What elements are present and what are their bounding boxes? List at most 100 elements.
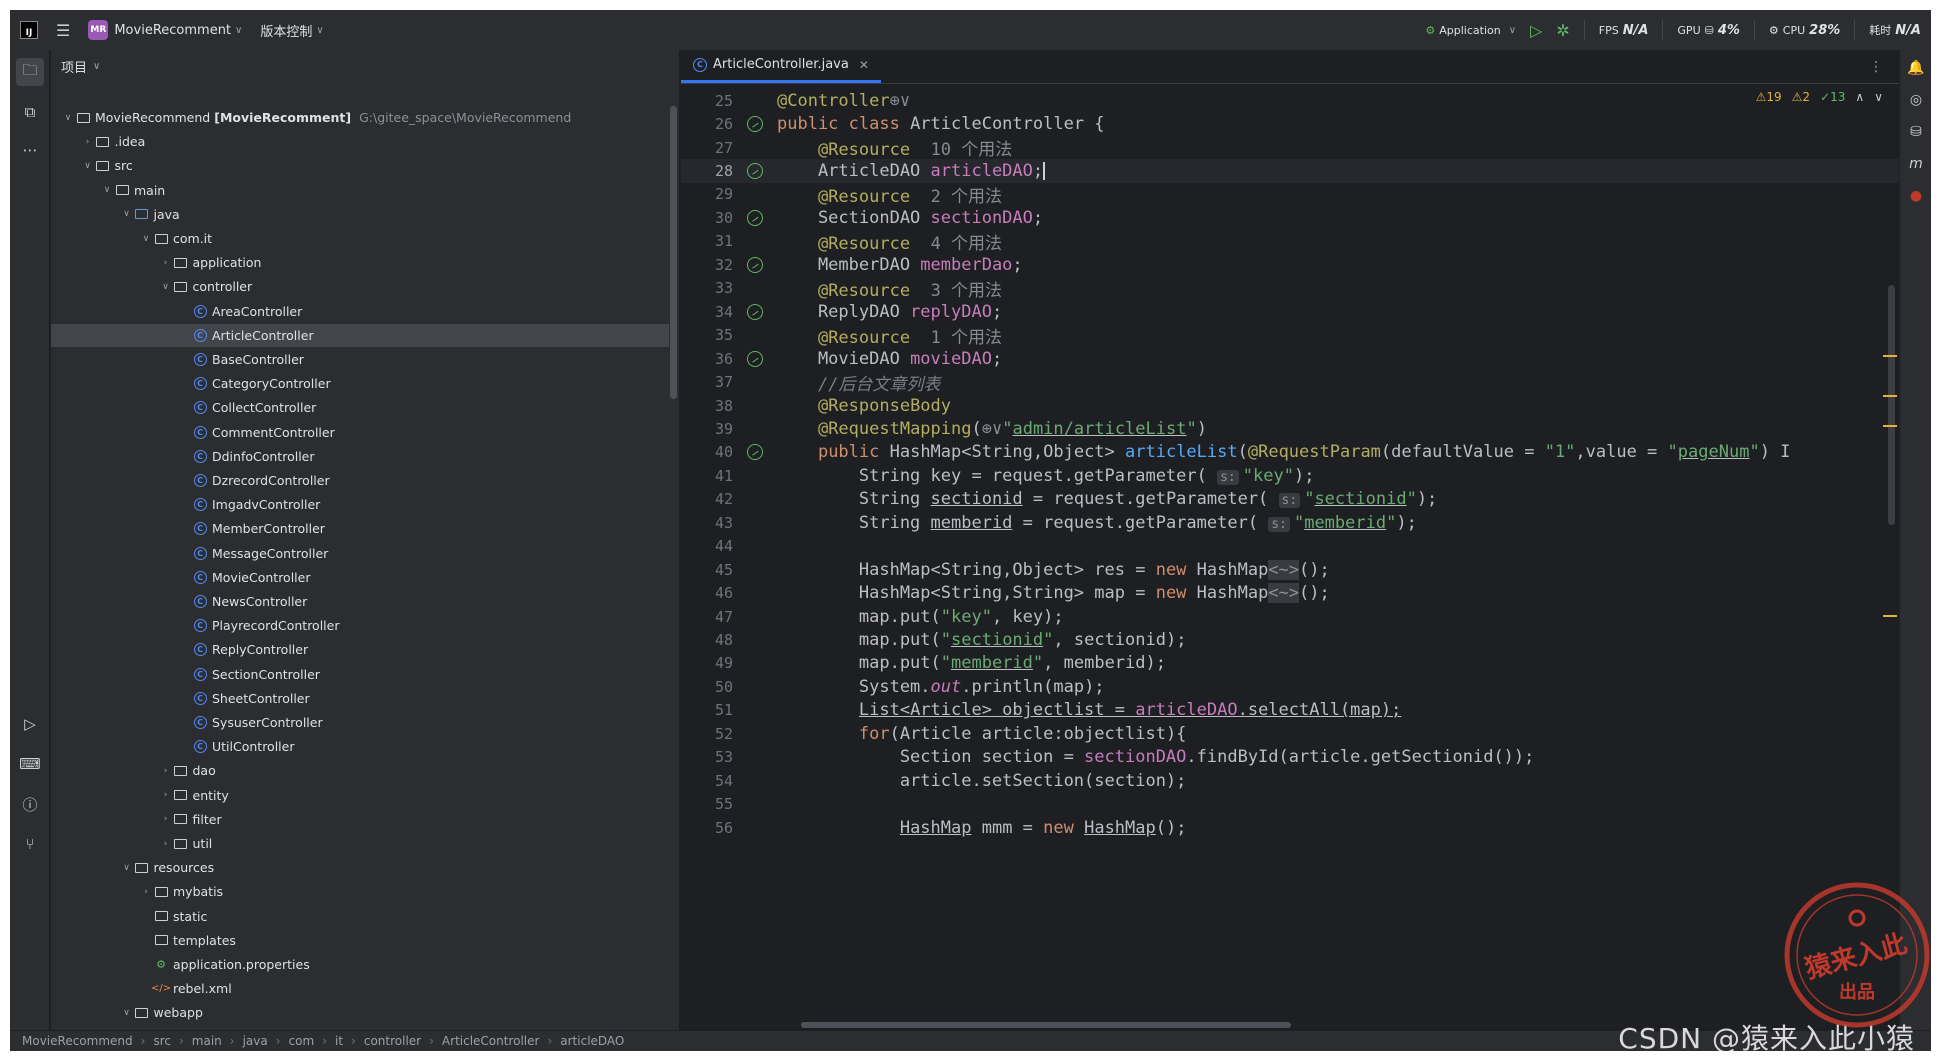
chevron-right-icon[interactable]: › <box>159 258 173 268</box>
tree-item[interactable]: ∨ resources <box>51 856 669 879</box>
close-icon[interactable]: ✕ <box>859 58 869 72</box>
plugin-icon[interactable]: ● <box>1906 186 1926 206</box>
tree-item[interactable]: </> rebel.xml <box>51 977 669 1000</box>
maven-icon[interactable]: m <box>1906 154 1926 174</box>
project-scrollbar[interactable] <box>670 106 677 399</box>
line-number[interactable]: 44 <box>681 537 733 555</box>
spring-bean-icon[interactable] <box>747 350 763 367</box>
code-line[interactable]: 28 ArticleDAO articleDAO; <box>681 159 1899 183</box>
code-line[interactable]: 46 HashMap<String,String> map = new Hash… <box>681 581 1899 604</box>
database-icon[interactable]: ⛁ <box>1906 122 1926 142</box>
horizontal-scrollbar[interactable] <box>801 1022 1291 1028</box>
line-number[interactable]: 56 <box>681 819 733 837</box>
chevron-right-icon[interactable]: › <box>81 137 95 147</box>
line-number[interactable]: 53 <box>681 748 733 766</box>
gutter[interactable] <box>733 116 777 133</box>
chevron-down-icon[interactable]: ∨ <box>159 282 173 292</box>
code-line[interactable]: 26 public class ArticleController { <box>681 112 1899 135</box>
tree-item[interactable]: C MovieController <box>51 566 669 589</box>
project-panel-header[interactable]: 项目 ∨ <box>51 50 679 82</box>
spring-bean-icon[interactable] <box>747 116 763 133</box>
gutter[interactable] <box>733 209 777 226</box>
line-number[interactable]: 32 <box>681 256 733 274</box>
tree-item[interactable]: C BaseController <box>51 348 669 371</box>
line-number[interactable]: 27 <box>681 139 733 157</box>
code-line[interactable]: 27 @Resource 10 个用法 <box>681 136 1899 161</box>
line-number[interactable]: 25 <box>681 92 733 110</box>
more-tools-icon[interactable]: ⋯ <box>16 136 44 164</box>
code-line[interactable]: 40 public HashMap<String,Object> article… <box>681 441 1899 464</box>
tree-item[interactable]: ∨ src <box>51 154 669 177</box>
gutter[interactable] <box>733 444 777 461</box>
project-badge[interactable]: MR <box>88 20 109 40</box>
project-switcher[interactable]: MovieRecomment <box>114 23 231 38</box>
tree-item[interactable]: C DdinfoController <box>51 445 669 468</box>
line-number[interactable]: 52 <box>681 725 733 743</box>
chevron-down-icon[interactable]: ∨ <box>139 234 153 244</box>
chevron-down-icon[interactable]: ∨ <box>100 185 114 195</box>
problems-icon[interactable]: ⓘ <box>16 790 44 818</box>
spring-bean-icon[interactable] <box>747 444 763 461</box>
line-number[interactable]: 36 <box>681 350 733 368</box>
chevron-right-icon[interactable]: › <box>139 887 153 897</box>
tree-item[interactable]: ∨ com.it <box>51 227 669 250</box>
breadcrumb-item[interactable]: com <box>289 1034 315 1048</box>
gutter[interactable] <box>733 256 777 273</box>
code-line[interactable]: 29 @Resource 2 个用法 <box>681 183 1899 207</box>
line-number[interactable]: 47 <box>681 608 733 626</box>
tree-item[interactable]: › entity <box>51 784 669 807</box>
tree-item[interactable]: › filter <box>51 808 669 831</box>
code-line[interactable]: 43 String memberid = request.getParamete… <box>681 511 1899 534</box>
code-line[interactable]: 49 map.put("memberid", memberid); <box>681 652 1899 675</box>
tree-item[interactable]: C SysuserController <box>51 711 669 734</box>
code-line[interactable]: 52 for(Article article:objectlist){ <box>681 722 1899 745</box>
code-line[interactable]: 55 <box>681 793 1899 816</box>
tree-item[interactable]: C MessageController <box>51 542 669 565</box>
code-line[interactable]: 39 @RequestMapping(⊕∨"admin/articleList"… <box>681 417 1899 440</box>
debug-icon[interactable]: ✲ <box>1556 21 1569 40</box>
chevron-down-icon[interactable]: ∨ <box>120 1008 134 1018</box>
run-config-selector[interactable]: ⚙ Application ∨ <box>1425 24 1516 37</box>
code-line[interactable]: 25 @Controller⊕∨ <box>681 89 1899 112</box>
line-number[interactable]: 41 <box>681 467 733 485</box>
code-line[interactable]: 45 HashMap<String,Object> res = new Hash… <box>681 558 1899 581</box>
tree-item[interactable]: C AreaController <box>51 300 669 323</box>
tree-item[interactable]: ∨ webapp <box>51 1001 669 1024</box>
code-line[interactable]: 51 List<Article> objectlist = articleDAO… <box>681 699 1899 722</box>
main-menu-icon[interactable]: ☰ <box>56 21 70 40</box>
tree-item[interactable]: › mybatis <box>51 880 669 903</box>
spring-bean-icon[interactable] <box>747 303 763 320</box>
tree-item[interactable]: C SheetController <box>51 687 669 710</box>
line-number[interactable]: 48 <box>681 631 733 649</box>
tree-item[interactable]: C NewsController <box>51 590 669 613</box>
breadcrumb-item[interactable]: controller <box>364 1034 421 1048</box>
chevron-down-icon[interactable]: ∨ <box>120 863 134 873</box>
tree-item[interactable]: › util <box>51 832 669 855</box>
tree-item[interactable]: C PlayrecordController <box>51 614 669 637</box>
breadcrumb-item[interactable]: ArticleController <box>442 1034 540 1048</box>
gutter[interactable] <box>733 163 777 180</box>
code-line[interactable]: 38 @ResponseBody <box>681 394 1899 417</box>
line-number[interactable]: 40 <box>681 443 733 461</box>
tree-item[interactable]: › .idea <box>51 130 669 153</box>
code-line[interactable]: 35 @Resource 1 个用法 <box>681 324 1899 348</box>
line-number[interactable]: 49 <box>681 654 733 672</box>
chevron-down-icon[interactable]: ∨ <box>81 161 95 171</box>
tree-item[interactable]: static <box>51 905 669 928</box>
breadcrumb-item[interactable]: src <box>153 1034 171 1048</box>
gutter[interactable] <box>733 350 777 367</box>
more-vertical-icon[interactable]: ⋮ <box>1869 59 1883 75</box>
code-line[interactable]: 44 <box>681 535 1899 558</box>
code-line[interactable]: 47 map.put("key", key); <box>681 605 1899 628</box>
tree-item[interactable]: ∨ java <box>51 203 669 226</box>
line-number[interactable]: 50 <box>681 678 733 696</box>
git-icon[interactable]: ⑂ <box>16 830 44 858</box>
line-number[interactable]: 42 <box>681 490 733 508</box>
tree-item[interactable]: C SectionController <box>51 663 669 686</box>
code-line[interactable]: 37 //后台文章列表 <box>681 370 1899 395</box>
breadcrumb-item[interactable]: it <box>335 1034 343 1048</box>
structure-icon[interactable]: ⧉ <box>16 98 44 126</box>
tree-item[interactable]: ∨ MovieRecommend [MovieRecomment] G:\gitee_… <box>51 106 669 129</box>
ai-assistant-icon[interactable]: ◎ <box>1906 90 1926 110</box>
line-number[interactable]: 35 <box>681 326 733 344</box>
